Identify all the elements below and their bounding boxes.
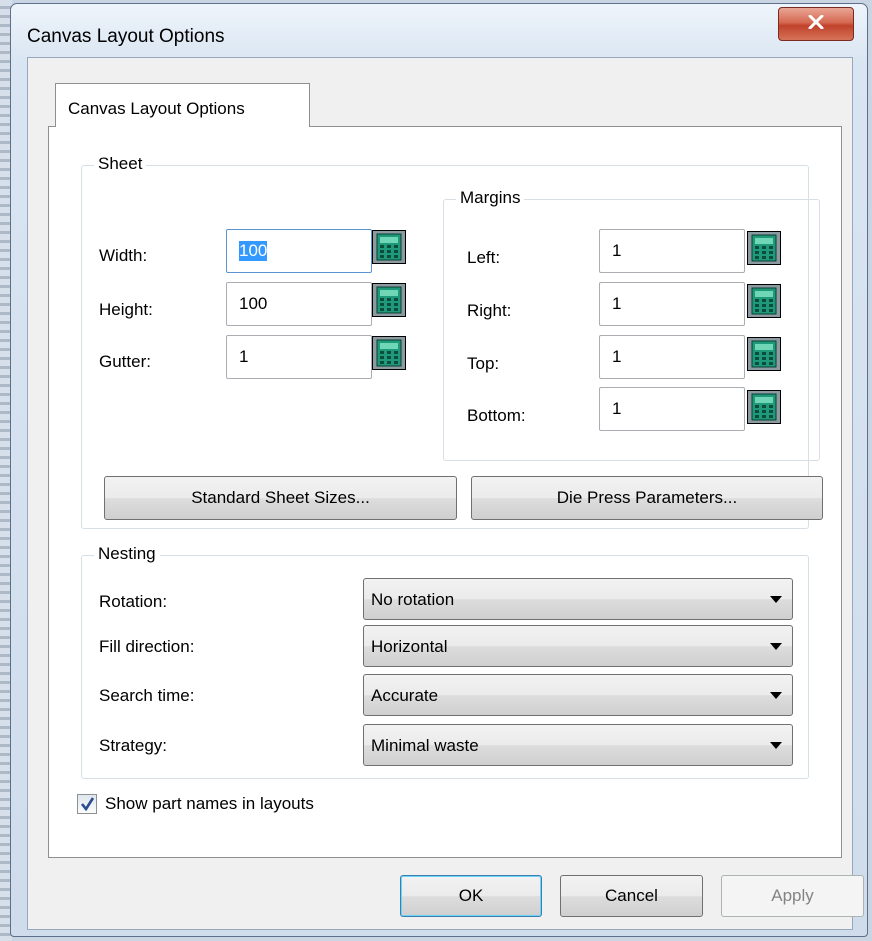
chevron-down-icon <box>770 742 782 749</box>
dialog-window: Canvas Layout Options Canvas Layout Opti… <box>10 3 868 937</box>
margin-top-label: Top: <box>467 354 500 373</box>
show-part-names-label[interactable]: Show part names in layouts <box>105 794 314 814</box>
gutter-label: Gutter: <box>99 352 151 371</box>
ok-button[interactable]: OK <box>400 875 542 917</box>
calculator-icon <box>748 285 780 317</box>
chevron-down-icon <box>770 596 782 603</box>
calculator-icon <box>748 338 780 370</box>
margin-top-input[interactable] <box>599 335 745 379</box>
calculator-icon <box>373 231 405 263</box>
search-time-label: Search time: <box>99 686 195 705</box>
margin-bottom-label: Bottom: <box>467 406 526 425</box>
margin-right-label: Right: <box>467 301 512 320</box>
fill-direction-dropdown[interactable]: Horizontal <box>363 625 793 667</box>
margin-right-calculator-button[interactable] <box>747 284 781 318</box>
margin-top-calculator-button[interactable] <box>747 337 781 371</box>
rotation-dropdown[interactable]: No rotation <box>363 578 793 620</box>
margins-group-label: Margins <box>456 188 525 208</box>
tab-canvas-layout-options[interactable]: Canvas Layout Options <box>55 83 310 127</box>
strategy-label: Strategy: <box>99 736 168 755</box>
height-label: Height: <box>99 300 153 319</box>
width-input[interactable] <box>226 229 372 273</box>
calculator-icon <box>373 284 405 316</box>
sheet-group: Sheet Width: Height: Gutter: <box>81 154 823 529</box>
close-icon <box>808 14 824 34</box>
height-input[interactable] <box>226 282 372 326</box>
die-press-parameters-button[interactable]: Die Press Parameters... <box>471 476 823 520</box>
sheet-group-label: Sheet <box>94 154 147 174</box>
width-label: Width: <box>99 246 148 265</box>
margin-left-input[interactable] <box>599 229 745 273</box>
chevron-down-icon <box>770 643 782 650</box>
gutter-calculator-button[interactable] <box>372 336 406 370</box>
gutter-input[interactable] <box>226 335 372 379</box>
fill-direction-value: Horizontal <box>371 637 448 656</box>
strategy-value: Minimal waste <box>371 736 479 755</box>
search-time-dropdown[interactable]: Accurate <box>363 674 793 716</box>
window-title: Canvas Layout Options <box>27 26 225 47</box>
margin-left-label: Left: <box>467 248 501 267</box>
show-part-names-checkbox[interactable] <box>77 794 97 814</box>
fill-direction-label: Fill direction: <box>99 637 195 656</box>
apply-button[interactable]: Apply <box>721 875 864 917</box>
close-button[interactable] <box>778 7 854 41</box>
standard-sheet-sizes-button[interactable]: Standard Sheet Sizes... <box>104 476 457 520</box>
height-calculator-button[interactable] <box>372 283 406 317</box>
cancel-button[interactable]: Cancel <box>560 875 703 917</box>
margins-group: Margins Left: Right: <box>443 188 820 461</box>
nesting-group-label: Nesting <box>94 544 160 564</box>
width-calculator-button[interactable] <box>372 230 406 264</box>
margin-left-calculator-button[interactable] <box>747 231 781 265</box>
calculator-icon <box>373 337 405 369</box>
checkmark-icon <box>80 797 95 812</box>
rotation-value: No rotation <box>371 590 455 609</box>
dialog-client-area: Canvas Layout Options Sheet Width: Heigh… <box>27 57 864 930</box>
strategy-dropdown[interactable]: Minimal waste <box>363 724 793 766</box>
rotation-label: Rotation: <box>99 592 168 611</box>
search-time-value: Accurate <box>371 686 439 705</box>
chevron-down-icon <box>770 692 782 699</box>
margin-bottom-input[interactable] <box>599 387 745 431</box>
calculator-icon <box>748 391 780 423</box>
margin-bottom-calculator-button[interactable] <box>747 390 781 424</box>
nesting-group: Nesting Rotation: No rotation Fill direc… <box>81 544 809 779</box>
margin-right-input[interactable] <box>599 282 745 326</box>
calculator-icon <box>748 232 780 264</box>
tab-panel: Sheet Width: Height: Gutter: <box>48 126 842 858</box>
